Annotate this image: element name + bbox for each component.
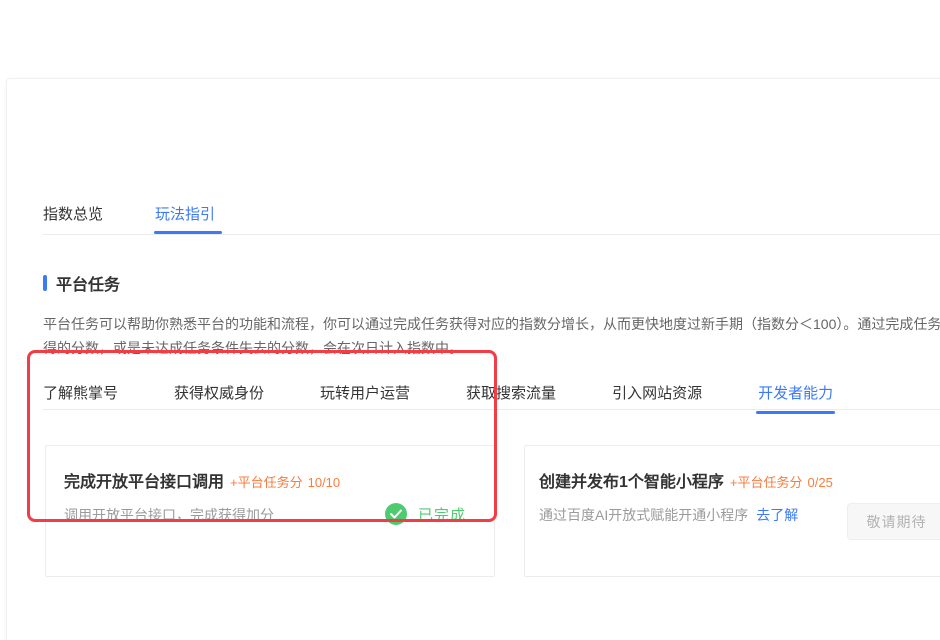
task-score-value: 0/25 xyxy=(808,475,833,490)
task-title: 创建并发布1个智能小程序 xyxy=(539,468,724,492)
subtab-separator-line xyxy=(43,409,940,410)
section-header: 平台任务 xyxy=(43,271,120,295)
description-line: 平台任务可以帮助你熟悉平台的功能和流程，你可以通过完成任务获得对应的指数分增长，… xyxy=(43,312,940,336)
task-score-label: +平台任务分 xyxy=(230,475,303,490)
task-description: 通过百度AI开放式赋能开通小程序 xyxy=(539,505,748,525)
task-description-row: 通过百度AI开放式赋能开通小程序 去了解 xyxy=(539,505,798,525)
task-card-mini-program: 创建并发布1个智能小程序 +平台任务分 0/25 通过百度AI开放式赋能开通小程序… xyxy=(524,445,940,577)
subtab-user-operation[interactable]: 玩转用户运营 xyxy=(320,382,410,403)
task-card-api-call: 完成开放平台接口调用 +平台任务分 10/10 调用开放平台接口，完成获得加分 已… xyxy=(45,445,495,577)
description-line: 得的分数，或是未达成任务条件失去的分数，会在次日计入指数中。 xyxy=(43,336,940,360)
section-description: 平台任务可以帮助你熟悉平台的功能和流程，你可以通过完成任务获得对应的指数分增长，… xyxy=(43,312,940,360)
coming-soon-button[interactable]: 敬请期待 xyxy=(847,503,940,540)
content-panel: 指数总览 玩法指引 平台任务 平台任务可以帮助你熟悉平台的功能和流程，你可以通过… xyxy=(6,78,940,640)
task-score: +平台任务分 0/25 xyxy=(730,472,833,491)
task-score: +平台任务分 10/10 xyxy=(230,472,340,491)
subtab-authority-identity[interactable]: 获得权威身份 xyxy=(174,382,264,403)
task-score-label: +平台任务分 xyxy=(730,475,803,490)
task-status: 已完成 xyxy=(385,503,466,525)
task-title: 完成开放平台接口调用 xyxy=(64,468,224,492)
tab-index-overview[interactable]: 指数总览 xyxy=(43,203,103,224)
learn-more-link[interactable]: 去了解 xyxy=(756,505,798,525)
task-status-label: 已完成 xyxy=(418,504,466,525)
subtab-search-traffic[interactable]: 获取搜索流量 xyxy=(466,382,556,403)
subtab-know-xiongzhang[interactable]: 了解熊掌号 xyxy=(43,382,118,403)
task-title-row: 创建并发布1个智能小程序 +平台任务分 0/25 xyxy=(539,468,833,492)
subtab-developer-ability[interactable]: 开发者能力 xyxy=(758,382,833,403)
tab-separator-line xyxy=(43,234,940,235)
section-title: 平台任务 xyxy=(56,271,120,295)
task-description-row: 调用开放平台接口，完成获得加分 xyxy=(64,505,274,525)
tab-play-guide[interactable]: 玩法指引 xyxy=(155,203,215,224)
section-accent-bar xyxy=(43,275,47,291)
task-score-value: 10/10 xyxy=(308,475,341,490)
subtab-site-resources[interactable]: 引入网站资源 xyxy=(612,382,702,403)
task-title-row: 完成开放平台接口调用 +平台任务分 10/10 xyxy=(64,468,340,492)
task-category-tabs: 了解熊掌号 获得权威身份 玩转用户运营 获取搜索流量 引入网站资源 开发者能力 xyxy=(43,382,833,403)
page: 指数总览 玩法指引 平台任务 平台任务可以帮助你熟悉平台的功能和流程，你可以通过… xyxy=(0,0,940,640)
check-circle-icon xyxy=(385,503,407,525)
task-description: 调用开放平台接口，完成获得加分 xyxy=(64,505,274,525)
